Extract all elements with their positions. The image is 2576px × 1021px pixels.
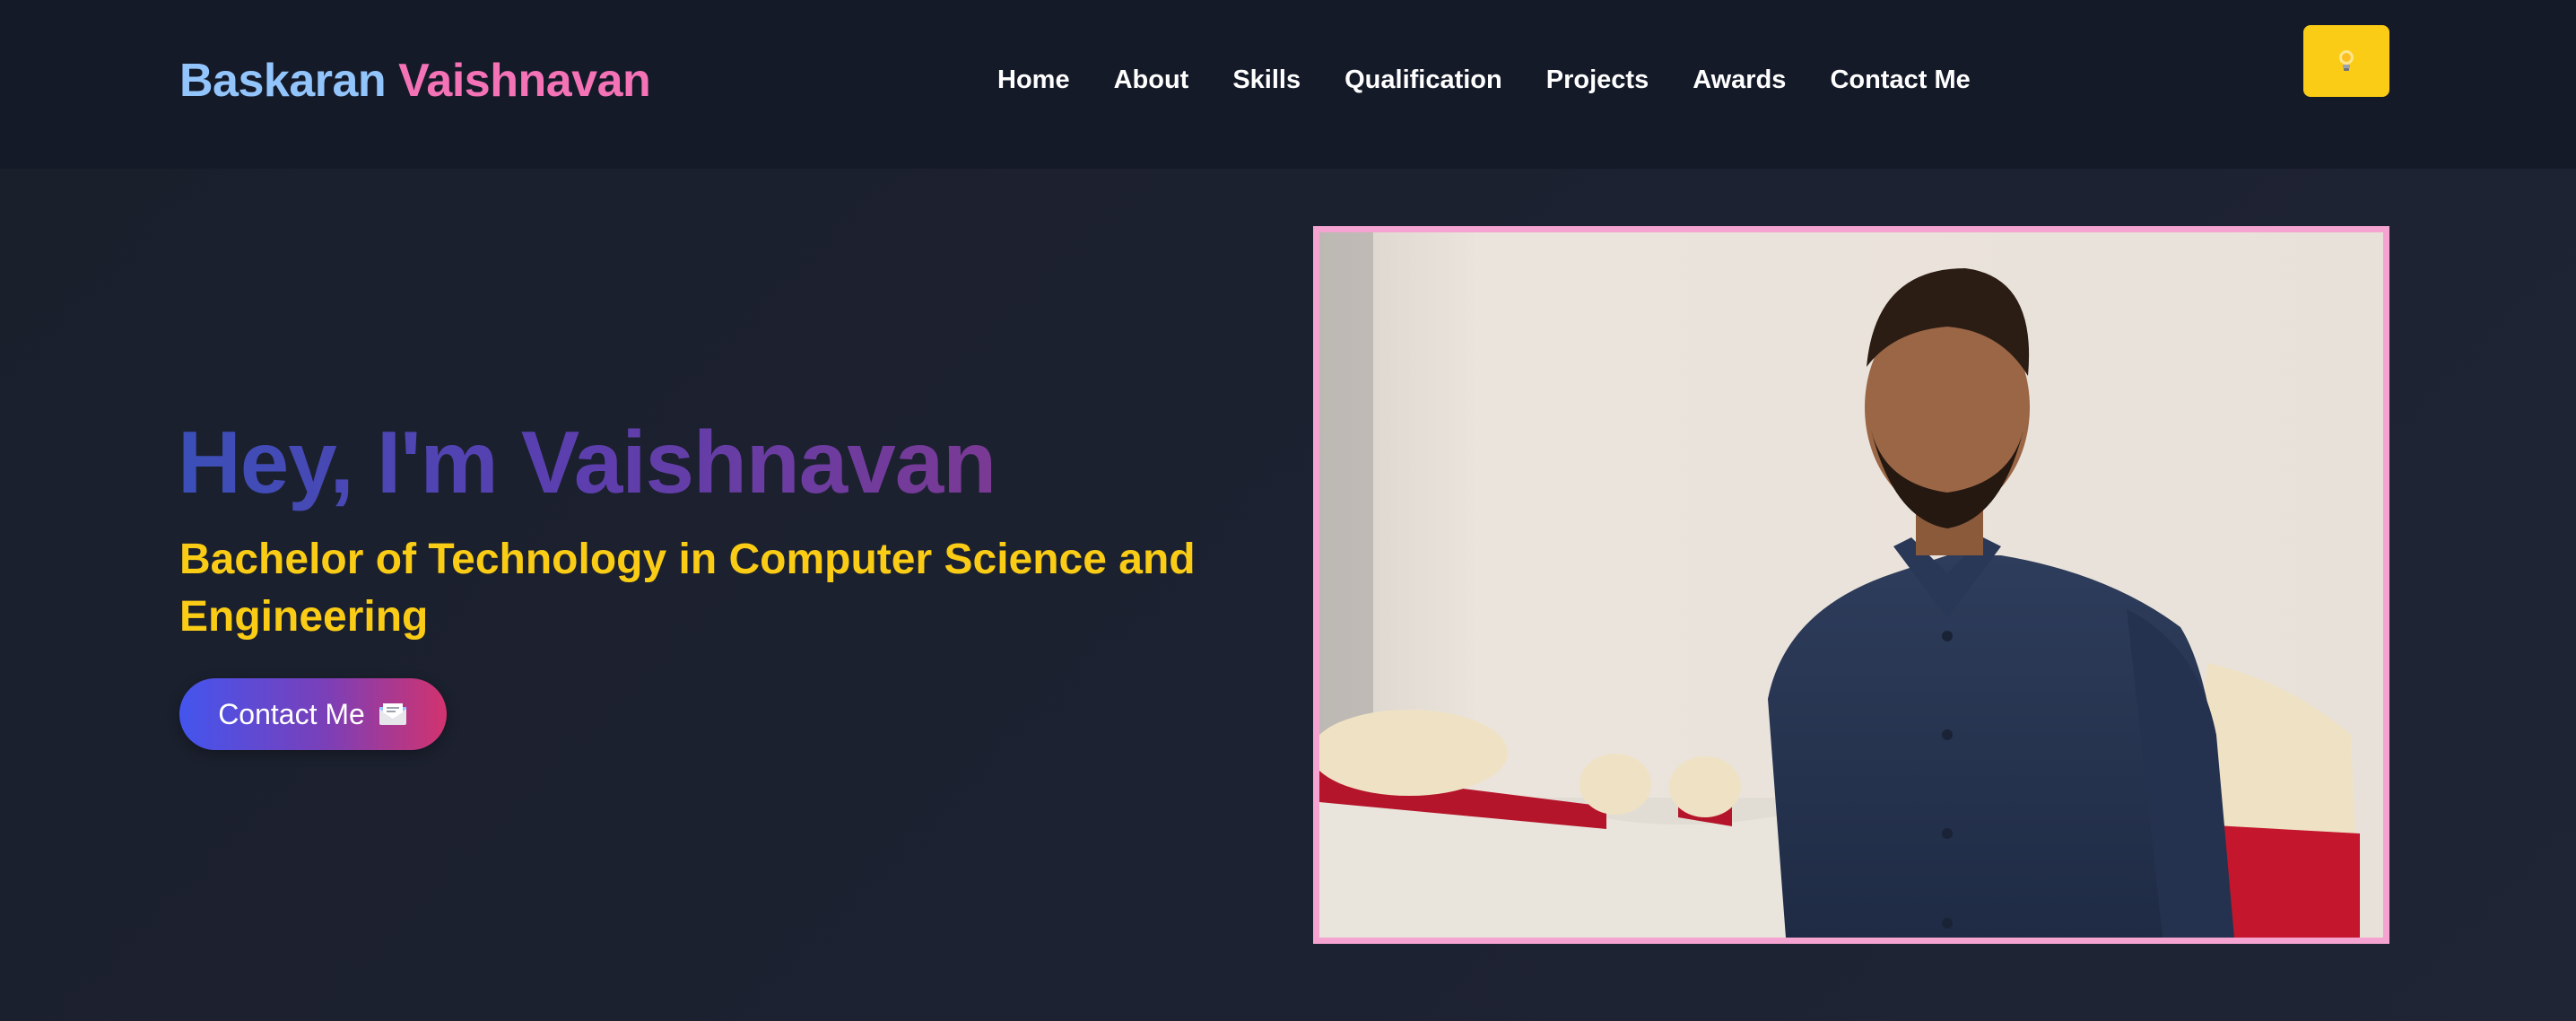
nav-projects[interactable]: Projects xyxy=(1546,65,1649,95)
nav-about[interactable]: About xyxy=(1114,65,1189,95)
contact-me-label: Contact Me xyxy=(218,697,365,730)
nav-links: Home About Skills Qualification Projects… xyxy=(997,65,1971,95)
nav-skills[interactable]: Skills xyxy=(1232,65,1301,95)
brand-logo[interactable]: Baskaran Vaishnavan xyxy=(179,54,651,108)
envelope-icon xyxy=(379,703,406,725)
nav-qualification[interactable]: Qualification xyxy=(1345,65,1502,95)
theme-toggle-button[interactable] xyxy=(2303,25,2389,97)
hero-title: Hey, I'm Vaishnavan xyxy=(178,413,996,511)
brand-last-name: Vaishnavan xyxy=(398,55,651,107)
brand-first-name: Baskaran xyxy=(179,55,387,107)
lightbulb-icon xyxy=(2339,50,2354,71)
nav-awards[interactable]: Awards xyxy=(1693,65,1786,95)
profile-photo-illustration xyxy=(1319,232,2383,938)
navbar: Baskaran Vaishnavan Home About Skills Qu… xyxy=(0,0,2576,169)
hero-subtitle: Bachelor of Technology in Computer Scien… xyxy=(179,536,1196,641)
nav-contact-me[interactable]: Contact Me xyxy=(1830,65,1970,95)
contact-me-button[interactable]: Contact Me xyxy=(179,678,447,750)
nav-home[interactable]: Home xyxy=(997,65,1070,95)
profile-photo xyxy=(1313,226,2389,944)
